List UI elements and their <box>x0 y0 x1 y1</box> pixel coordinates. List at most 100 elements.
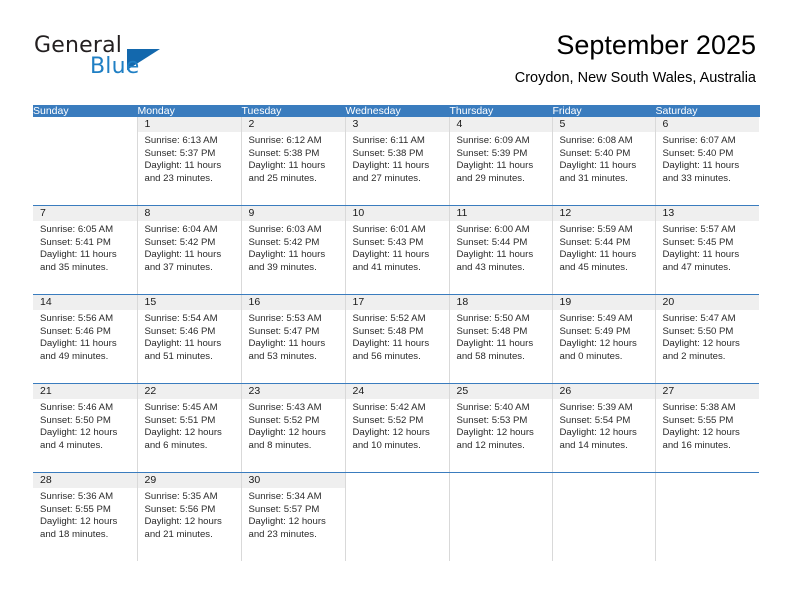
calendar-day-cell[interactable]: 9 Sunrise: 6:03 AM Sunset: 5:42 PM Daylight… <box>241 205 346 295</box>
sunset-text: Sunset: 5:44 PM <box>456 236 528 248</box>
calendar-day-cell[interactable]: 30 Sunrise: 5:34 AM Sunset: 5:57 PM Dayligh… <box>241 472 346 561</box>
day-number: 7 <box>33 206 137 221</box>
calendar-day-cell-empty <box>449 472 553 561</box>
calendar-day-cell[interactable]: 22 Sunrise: 5:45 AM Sunset: 5:51 PM Dayligh… <box>137 383 242 473</box>
calendar-day-cell[interactable]: 15 Sunrise: 5:54 AM Sunset: 5:46 PM Dayligh… <box>137 294 242 384</box>
calendar-week-row: 28 Sunrise: 5:36 AM Sunset: 5:55 PM Dayligh… <box>33 472 759 561</box>
calendar-day-cell[interactable]: 19 Sunrise: 5:49 AM Sunset: 5:49 PM Dayligh… <box>552 294 656 384</box>
day-cell-inner: 14 Sunrise: 5:56 AM Sunset: 5:46 PM Dayligh… <box>33 295 137 383</box>
calendar-day-cell[interactable]: 8 Sunrise: 6:04 AM Sunset: 5:42 PM Daylight… <box>137 205 242 295</box>
sunrise-text: Sunrise: 5:49 AM <box>559 313 633 324</box>
sunset-text: Sunset: 5:39 PM <box>456 147 528 159</box>
day-cell-inner: 8 Sunrise: 6:04 AM Sunset: 5:42 PM Daylight… <box>137 206 241 294</box>
day-cell-inner: 7 Sunrise: 6:05 AM Sunset: 5:41 PM Daylight… <box>33 206 137 294</box>
calendar-day-cell[interactable]: 3 Sunrise: 6:11 AM Sunset: 5:38 PM Daylight… <box>345 117 450 206</box>
day-cell-inner: 4 Sunrise: 6:09 AM Sunset: 5:39 PM Daylight… <box>449 117 552 205</box>
daylight-text: Daylight: 11 hours and 45 minutes. <box>559 249 637 273</box>
day-number <box>450 473 552 488</box>
day-cell-inner: 19 Sunrise: 5:49 AM Sunset: 5:49 PM Dayligh… <box>552 295 655 383</box>
calendar-day-cell[interactable]: 28 Sunrise: 5:36 AM Sunset: 5:55 PM Dayligh… <box>33 472 138 561</box>
day-cell-details: Sunrise: 5:56 AM Sunset: 5:46 PM Daylight:… <box>33 310 137 363</box>
sunset-text: Sunset: 5:54 PM <box>559 414 631 426</box>
day-number: 19 <box>552 295 655 310</box>
calendar-day-cell[interactable]: 21 Sunrise: 5:46 AM Sunset: 5:50 PM Dayligh… <box>33 383 138 473</box>
calendar-day-cell[interactable]: 16 Sunrise: 5:53 AM Sunset: 5:47 PM Dayligh… <box>241 294 346 384</box>
day-cell-details: Sunrise: 5:45 AM Sunset: 5:51 PM Daylight:… <box>138 399 241 452</box>
sunrise-text: Sunrise: 5:45 AM <box>144 402 218 413</box>
sunrise-text: Sunrise: 6:07 AM <box>662 135 736 146</box>
calendar-day-cell[interactable]: 10 Sunrise: 6:01 AM Sunset: 5:43 PM Dayligh… <box>345 205 450 295</box>
sunrise-text: Sunrise: 6:05 AM <box>40 224 114 235</box>
day-number: 22 <box>137 384 241 399</box>
calendar-day-cell[interactable]: 29 Sunrise: 5:35 AM Sunset: 5:56 PM Dayligh… <box>137 472 242 561</box>
daylight-text: Daylight: 12 hours and 12 minutes. <box>456 427 534 451</box>
day-cell-details: Sunrise: 5:54 AM Sunset: 5:46 PM Daylight:… <box>138 310 241 363</box>
calendar-day-cell[interactable]: 25 Sunrise: 5:40 AM Sunset: 5:53 PM Dayligh… <box>449 383 553 473</box>
day-cell-inner <box>346 473 449 561</box>
day-cell-details: Sunrise: 5:59 AM Sunset: 5:44 PM Daylight:… <box>553 221 655 274</box>
day-cell-inner: 24 Sunrise: 5:42 AM Sunset: 5:52 PM Dayligh… <box>345 384 449 472</box>
sunrise-text: Sunrise: 5:34 AM <box>248 491 322 502</box>
calendar-day-cell[interactable]: 4 Sunrise: 6:09 AM Sunset: 5:39 PM Daylight… <box>449 117 553 206</box>
weekday-header-monday: Monday <box>137 105 242 117</box>
day-cell-inner <box>450 473 552 561</box>
calendar-day-cell[interactable]: 24 Sunrise: 5:42 AM Sunset: 5:52 PM Dayligh… <box>345 383 450 473</box>
day-number: 20 <box>655 295 759 310</box>
page-title: September 2025 <box>556 30 756 60</box>
sunrise-text: Sunrise: 5:59 AM <box>559 224 633 235</box>
daylight-text: Daylight: 11 hours and 35 minutes. <box>40 249 117 273</box>
day-cell-details: Sunrise: 5:49 AM Sunset: 5:49 PM Daylight:… <box>553 310 655 363</box>
sunset-text: Sunset: 5:57 PM <box>248 503 320 515</box>
calendar-day-cell[interactable]: 18 Sunrise: 5:50 AM Sunset: 5:48 PM Dayligh… <box>449 294 553 384</box>
calendar-table: Sunday Monday Tuesday Wednesday Thursday… <box>33 105 760 561</box>
title-block: September 2025 Croydon, New South Wales,… <box>515 28 756 87</box>
calendar-day-cell[interactable]: 2 Sunrise: 6:12 AM Sunset: 5:38 PM Daylight… <box>241 117 346 206</box>
calendar-day-cell[interactable]: 23 Sunrise: 5:43 AM Sunset: 5:52 PM Dayligh… <box>241 383 346 473</box>
page-header: General Blue September 2025 Croydon, New… <box>0 0 792 100</box>
day-cell-details: Sunrise: 6:05 AM Sunset: 5:41 PM Daylight:… <box>33 221 137 274</box>
sunset-text: Sunset: 5:42 PM <box>144 236 216 248</box>
calendar-day-cell[interactable]: 1 Sunrise: 6:13 AM Sunset: 5:37 PM Daylight… <box>137 117 242 206</box>
day-number: 29 <box>137 473 241 488</box>
day-cell-inner: 30 Sunrise: 5:34 AM Sunset: 5:57 PM Dayligh… <box>241 473 345 561</box>
day-number: 16 <box>241 295 345 310</box>
sunrise-text: Sunrise: 6:04 AM <box>144 224 218 235</box>
calendar-day-cell[interactable]: 26 Sunrise: 5:39 AM Sunset: 5:54 PM Dayligh… <box>552 383 656 473</box>
sunrise-text: Sunrise: 6:09 AM <box>456 135 530 146</box>
day-number: 13 <box>655 206 759 221</box>
day-number: 27 <box>655 384 759 399</box>
daylight-text: Daylight: 12 hours and 10 minutes. <box>352 427 430 451</box>
calendar-day-cell[interactable]: 5 Sunrise: 6:08 AM Sunset: 5:40 PM Daylight… <box>552 117 656 206</box>
day-cell-details: Sunrise: 6:00 AM Sunset: 5:44 PM Daylight:… <box>450 221 552 274</box>
day-number: 12 <box>552 206 655 221</box>
sunset-text: Sunset: 5:47 PM <box>248 325 320 337</box>
calendar-week-row: 1 Sunrise: 6:13 AM Sunset: 5:37 PM Daylight… <box>33 117 759 206</box>
calendar-week-row: 7 Sunrise: 6:05 AM Sunset: 5:41 PM Daylight… <box>33 205 759 295</box>
sunrise-text: Sunrise: 5:47 AM <box>662 313 736 324</box>
sunset-text: Sunset: 5:52 PM <box>352 414 424 426</box>
general-blue-logo: General Blue <box>34 33 234 85</box>
day-cell-inner: 17 Sunrise: 5:52 AM Sunset: 5:48 PM Dayligh… <box>345 295 449 383</box>
day-cell-inner: 3 Sunrise: 6:11 AM Sunset: 5:38 PM Daylight… <box>345 117 449 205</box>
calendar-day-cell[interactable]: 13 Sunrise: 5:57 AM Sunset: 5:45 PM Dayligh… <box>655 205 759 295</box>
day-cell-details: Sunrise: 5:42 AM Sunset: 5:52 PM Daylight:… <box>346 399 449 452</box>
calendar-day-cell[interactable]: 14 Sunrise: 5:56 AM Sunset: 5:46 PM Dayligh… <box>33 294 138 384</box>
day-cell-inner: 25 Sunrise: 5:40 AM Sunset: 5:53 PM Dayligh… <box>449 384 552 472</box>
day-cell-inner: 2 Sunrise: 6:12 AM Sunset: 5:38 PM Daylight… <box>241 117 345 205</box>
calendar-day-cell[interactable]: 27 Sunrise: 5:38 AM Sunset: 5:55 PM Dayligh… <box>655 383 759 473</box>
day-number: 4 <box>449 117 552 132</box>
calendar-day-cell[interactable]: 20 Sunrise: 5:47 AM Sunset: 5:50 PM Dayligh… <box>655 294 759 384</box>
sunset-text: Sunset: 5:38 PM <box>248 147 320 159</box>
sunset-text: Sunset: 5:56 PM <box>144 503 216 515</box>
calendar-day-cell[interactable]: 17 Sunrise: 5:52 AM Sunset: 5:48 PM Dayligh… <box>345 294 450 384</box>
calendar-day-cell[interactable]: 7 Sunrise: 6:05 AM Sunset: 5:41 PM Daylight… <box>33 205 138 295</box>
calendar-day-cell[interactable]: 6 Sunrise: 6:07 AM Sunset: 5:40 PM Daylight… <box>655 117 759 206</box>
day-cell-inner: 13 Sunrise: 5:57 AM Sunset: 5:45 PM Dayligh… <box>655 206 759 294</box>
calendar-day-cell[interactable]: 12 Sunrise: 5:59 AM Sunset: 5:44 PM Dayligh… <box>552 205 656 295</box>
day-cell-inner: 1 Sunrise: 6:13 AM Sunset: 5:37 PM Daylight… <box>137 117 241 205</box>
calendar-body: 1 Sunrise: 6:13 AM Sunset: 5:37 PM Daylight… <box>33 117 759 561</box>
day-cell-details: Sunrise: 6:07 AM Sunset: 5:40 PM Daylight:… <box>656 132 760 185</box>
day-number: 5 <box>552 117 655 132</box>
daylight-text: Daylight: 12 hours and 8 minutes. <box>248 427 326 451</box>
calendar-day-cell[interactable]: 11 Sunrise: 6:00 AM Sunset: 5:44 PM Dayligh… <box>449 205 553 295</box>
